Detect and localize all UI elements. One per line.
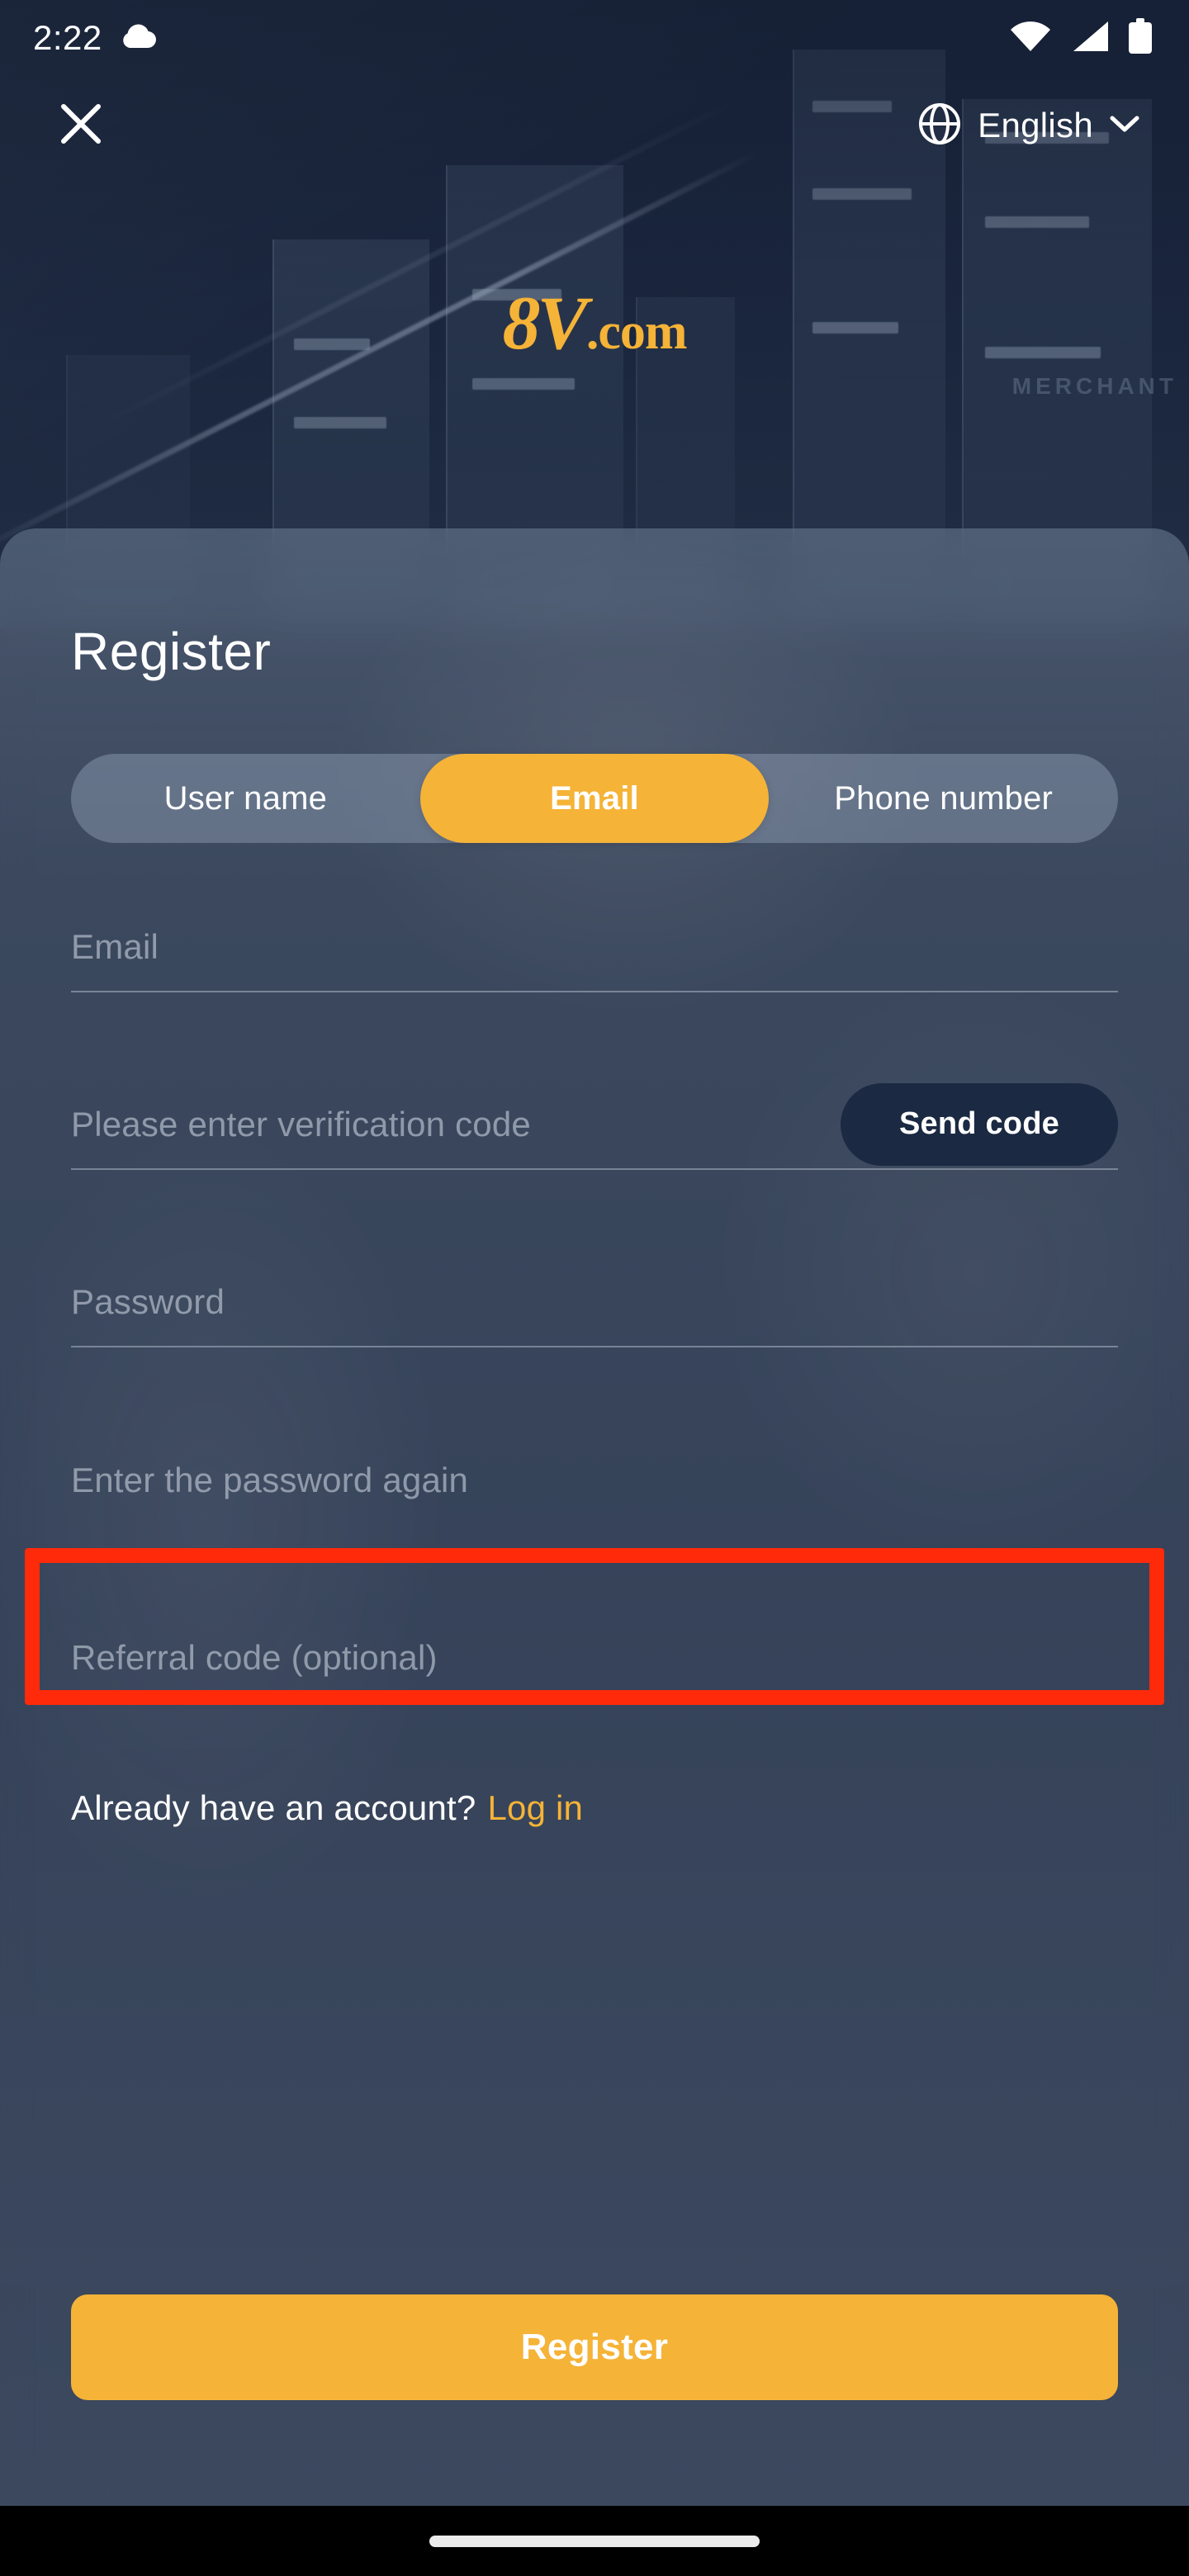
tab-email[interactable]: Email bbox=[419, 754, 770, 843]
field-spacer bbox=[71, 1170, 1118, 1257]
email-field[interactable]: Email bbox=[71, 902, 1118, 992]
register-method-tabs: User name Email Phone number bbox=[71, 754, 1118, 843]
cloud-icon bbox=[119, 22, 159, 54]
register-form: Register User name Email Phone number Em… bbox=[71, 528, 1118, 1828]
home-indicator[interactable] bbox=[429, 2535, 760, 2547]
password-confirm-placeholder: Enter the password again bbox=[71, 1460, 469, 1499]
password-field[interactable]: Password bbox=[71, 1257, 1118, 1347]
field-spacer bbox=[71, 1347, 1118, 1435]
battery-icon bbox=[1128, 17, 1153, 59]
wifi-icon bbox=[1009, 20, 1052, 57]
verification-code-field[interactable]: Please enter verification code Send code bbox=[71, 1080, 1118, 1170]
status-bar-right bbox=[1009, 17, 1153, 59]
page-title: Register bbox=[71, 622, 272, 681]
tab-phone-number[interactable]: Phone number bbox=[769, 754, 1118, 843]
send-code-button[interactable]: Send code bbox=[841, 1082, 1118, 1166]
language-selector[interactable]: English bbox=[917, 101, 1156, 151]
language-label: English bbox=[978, 106, 1093, 144]
referral-code-field[interactable]: Referral code (optional) bbox=[71, 1612, 1118, 1702]
field-spacer bbox=[71, 992, 1118, 1080]
logo-suffix: .com bbox=[585, 304, 688, 360]
password-placeholder: Password bbox=[71, 1281, 225, 1321]
status-bar-clock: 2:22 bbox=[33, 18, 102, 57]
login-link[interactable]: Log in bbox=[487, 1788, 583, 1828]
close-button[interactable] bbox=[50, 94, 112, 157]
top-navigation-bar: English bbox=[0, 76, 1189, 175]
password-confirm-field[interactable]: Enter the password again bbox=[71, 1435, 1118, 1525]
register-submit-button[interactable]: Register bbox=[71, 2294, 1118, 2400]
chevron-down-icon bbox=[1108, 113, 1141, 139]
brand-logo: 8V .com bbox=[0, 285, 1189, 361]
register-card: Register User name Email Phone number Em… bbox=[0, 528, 1189, 2506]
referral-code-placeholder: Referral code (optional) bbox=[71, 1637, 438, 1677]
logo-text: 8V .com bbox=[502, 281, 688, 365]
status-bar: 2:22 bbox=[0, 0, 1189, 76]
tab-username[interactable]: User name bbox=[71, 754, 420, 843]
login-prompt-row: Already have an account? Log in bbox=[71, 1788, 1118, 1828]
globe-icon bbox=[917, 101, 963, 151]
field-spacer bbox=[71, 1525, 1118, 1612]
login-prompt-text: Already have an account? bbox=[71, 1788, 476, 1827]
close-icon bbox=[55, 98, 107, 154]
status-bar-left: 2:22 bbox=[33, 21, 159, 55]
cellular-signal-icon bbox=[1070, 20, 1110, 57]
system-navigation-bar bbox=[0, 2506, 1189, 2576]
logo-mark: 8V bbox=[502, 281, 587, 365]
email-placeholder: Email bbox=[71, 926, 159, 966]
app-screen: MERCHANT 2:22 bbox=[0, 0, 1189, 2576]
